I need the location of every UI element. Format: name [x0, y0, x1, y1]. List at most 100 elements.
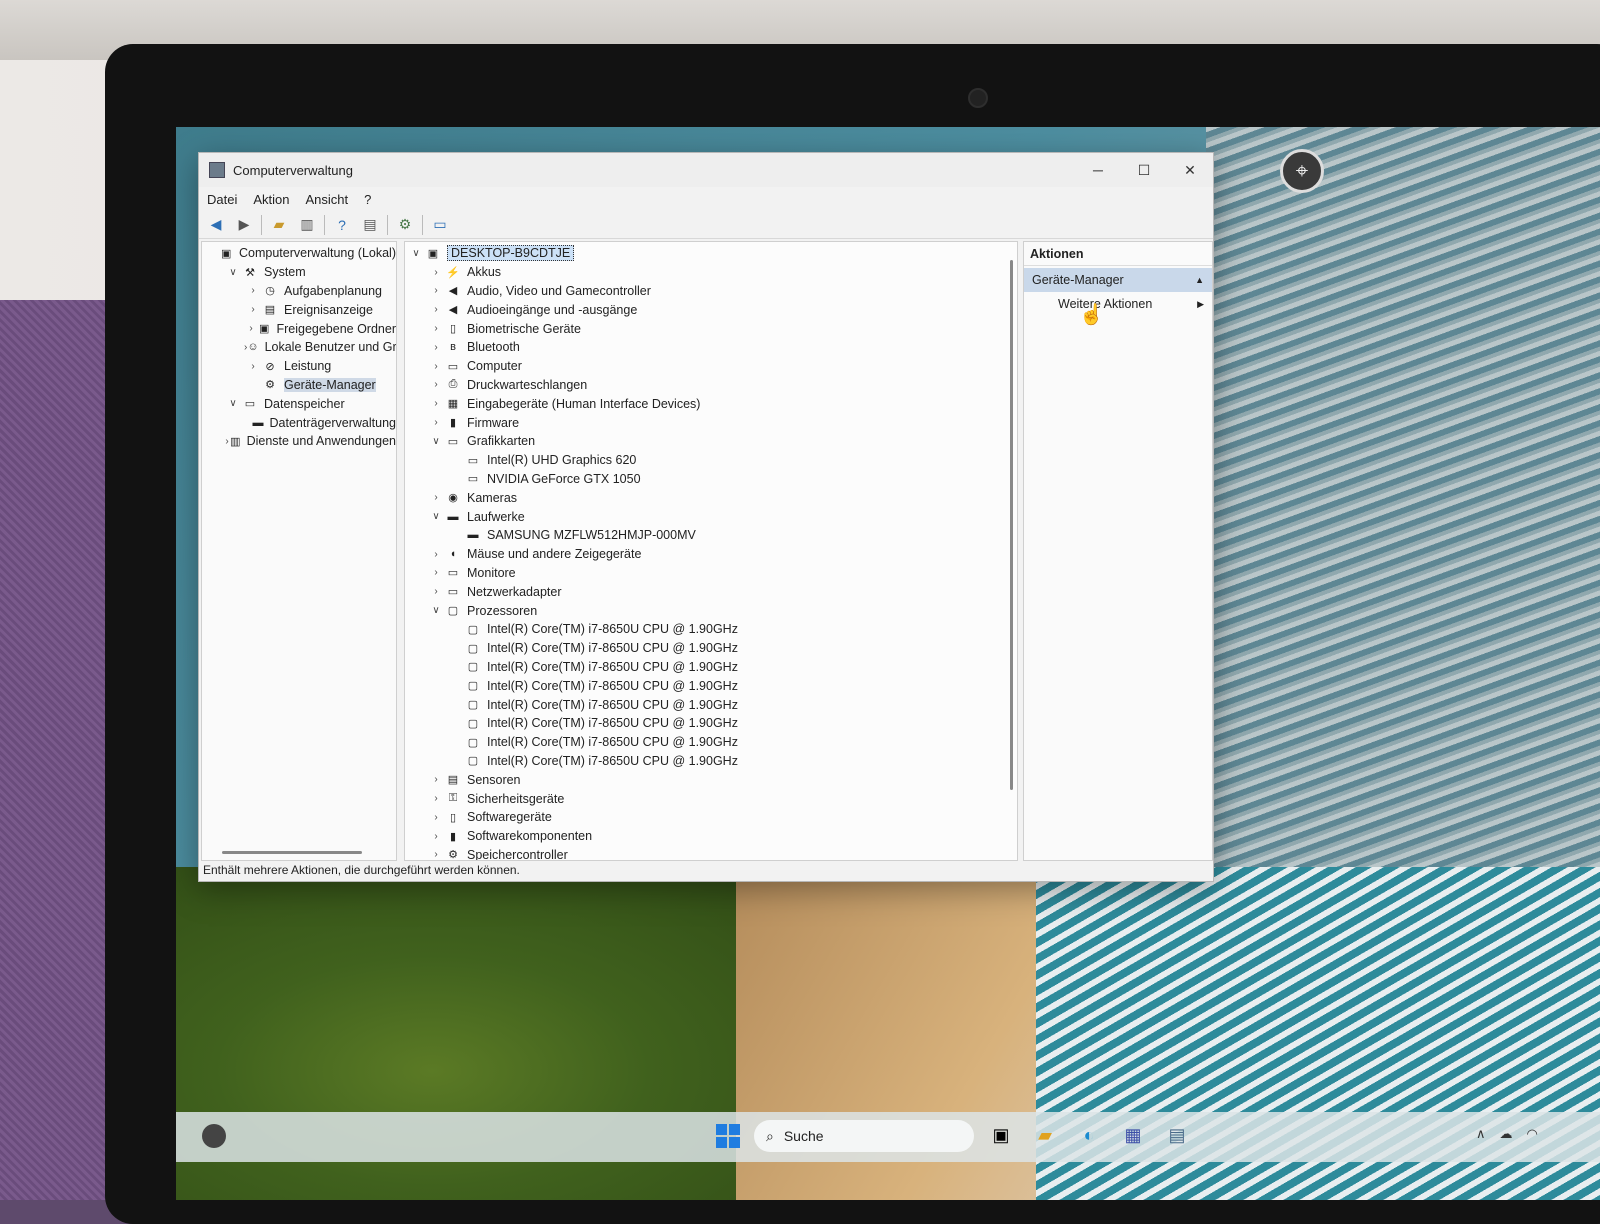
up-folder-icon[interactable]: ▰: [268, 214, 290, 236]
tree-item[interactable]: › ▭ Netzwerkadapter: [405, 582, 1017, 601]
tree-item[interactable]: › ⊘ Leistung: [202, 357, 396, 376]
show-hide-tree-icon[interactable]: ▥: [296, 214, 318, 236]
widgets-icon[interactable]: [202, 1124, 226, 1148]
tree-item[interactable]: › ☺ Lokale Benutzer und Gru: [202, 338, 396, 357]
tree-item[interactable]: ▢ Intel(R) Core(TM) i7-8650U CPU @ 1.90GH…: [405, 752, 1017, 771]
tree-item[interactable]: › ▮ Softwarekomponenten: [405, 827, 1017, 846]
collapse-chevron-icon[interactable]: ∨: [427, 511, 445, 522]
tree-item[interactable]: ▢ Intel(R) Core(TM) i7-8650U CPU @ 1.90GH…: [405, 676, 1017, 695]
tree-item[interactable]: ▭ NVIDIA GeForce GTX 1050: [405, 470, 1017, 489]
edge-browser-icon[interactable]: ◐: [1076, 1122, 1102, 1148]
collapse-chevron-icon[interactable]: ∨: [427, 436, 445, 447]
horizontal-scrollbar[interactable]: [222, 851, 362, 854]
computer-management-taskbar-icon[interactable]: ▤: [1164, 1122, 1190, 1148]
help-icon[interactable]: ?: [331, 214, 353, 236]
monitor-icon[interactable]: ▭: [429, 214, 451, 236]
tree-item[interactable]: ▬ SAMSUNG MZFLW512HMJP-000MV: [405, 526, 1017, 545]
expand-chevron-icon[interactable]: ›: [244, 304, 262, 315]
tree-item[interactable]: ▢ Intel(R) Core(TM) i7-8650U CPU @ 1.90GH…: [405, 714, 1017, 733]
tree-item[interactable]: ▢ Intel(R) Core(TM) i7-8650U CPU @ 1.90GH…: [405, 620, 1017, 639]
expand-chevron-icon[interactable]: ›: [244, 361, 262, 372]
expand-chevron-icon[interactable]: ›: [427, 342, 445, 353]
back-arrow-icon[interactable]: ◀: [205, 214, 227, 236]
collapse-chevron-icon[interactable]: ∨: [224, 267, 242, 278]
close-button[interactable]: ✕: [1167, 153, 1213, 187]
tree-item[interactable]: ▢ Intel(R) Core(TM) i7-8650U CPU @ 1.90GH…: [405, 658, 1017, 677]
expand-chevron-icon[interactable]: ›: [427, 831, 445, 842]
menu-aktion[interactable]: Aktion: [253, 192, 289, 207]
expand-chevron-icon[interactable]: ›: [427, 285, 445, 296]
tree-item[interactable]: › ʙ Bluetooth: [405, 338, 1017, 357]
forward-arrow-icon[interactable]: ▶: [233, 214, 255, 236]
menu-help[interactable]: ?: [364, 192, 371, 207]
expand-chevron-icon[interactable]: ›: [427, 398, 445, 409]
tree-item[interactable]: ∨ ▭ Grafikkarten: [405, 432, 1017, 451]
menu-datei[interactable]: Datei: [207, 192, 237, 207]
tree-item[interactable]: › ⚡ Akkus: [405, 263, 1017, 282]
tree-item[interactable]: › ▤ Sensoren: [405, 770, 1017, 789]
expand-chevron-icon[interactable]: ›: [427, 323, 445, 334]
properties-icon[interactable]: ▤: [359, 214, 381, 236]
collapse-chevron-icon[interactable]: ∨: [224, 398, 242, 409]
tree-item[interactable]: ▭ Intel(R) UHD Graphics 620: [405, 451, 1017, 470]
expand-chevron-icon[interactable]: ›: [427, 793, 445, 804]
expand-chevron-icon[interactable]: ›: [427, 379, 445, 390]
tree-item[interactable]: › ◷ Aufgabenplanung: [202, 282, 396, 301]
collapse-chevron-icon[interactable]: ∨: [427, 605, 445, 616]
taskbar-search[interactable]: ⌕ Suche: [754, 1120, 974, 1152]
tree-item[interactable]: › ◖ Mäuse und andere Zeigegeräte: [405, 545, 1017, 564]
tree-item[interactable]: › ◀ Audioeingänge und -ausgänge: [405, 300, 1017, 319]
vertical-scrollbar[interactable]: [1010, 260, 1013, 790]
tree-item[interactable]: › ▣ Freigegebene Ordner: [202, 319, 396, 338]
tree-item[interactable]: ▢ Intel(R) Core(TM) i7-8650U CPU @ 1.90GH…: [405, 733, 1017, 752]
expand-chevron-icon[interactable]: ›: [427, 849, 445, 860]
tree-item[interactable]: ∨ ▣ DESKTOP-B9CDTJE: [405, 244, 1017, 263]
tree-item[interactable]: ▢ Intel(R) Core(TM) i7-8650U CPU @ 1.90GH…: [405, 639, 1017, 658]
collapse-arrow-icon[interactable]: ▲: [1195, 275, 1204, 285]
tree-item[interactable]: › ▭ Monitore: [405, 564, 1017, 583]
more-actions-item[interactable]: Weitere Aktionen ▶ ☝: [1024, 292, 1212, 326]
tree-item[interactable]: ⚙ Geräte-Manager: [202, 376, 396, 395]
tree-item[interactable]: ∨ ▬ Laufwerke: [405, 507, 1017, 526]
expand-chevron-icon[interactable]: ›: [427, 304, 445, 315]
tree-item[interactable]: › ▥ Dienste und Anwendungen: [202, 432, 396, 451]
tree-item[interactable]: › ▮ Firmware: [405, 413, 1017, 432]
wallpaper-info-icon[interactable]: ⌖: [1280, 149, 1324, 193]
expand-chevron-icon[interactable]: ›: [427, 361, 445, 372]
expand-chevron-icon[interactable]: ›: [427, 812, 445, 823]
expand-chevron-icon[interactable]: ›: [427, 567, 445, 578]
file-explorer-icon[interactable]: ▰: [1032, 1122, 1058, 1148]
expand-chevron-icon[interactable]: ›: [427, 549, 445, 560]
expand-chevron-icon[interactable]: ›: [427, 774, 445, 785]
wifi-icon[interactable]: ◠: [1527, 1126, 1538, 1142]
expand-chevron-icon[interactable]: ›: [427, 267, 445, 278]
actions-group-device-manager[interactable]: Geräte-Manager ▲: [1024, 268, 1212, 292]
tree-item[interactable]: › ▤ Ereignisanzeige: [202, 300, 396, 319]
tree-item[interactable]: › ▯ Biometrische Geräte: [405, 319, 1017, 338]
tree-item[interactable]: › ◉ Kameras: [405, 488, 1017, 507]
expand-chevron-icon[interactable]: ›: [427, 417, 445, 428]
minimize-button[interactable]: ─: [1075, 153, 1121, 187]
tree-item[interactable]: › ◀ Audio, Video und Gamecontroller: [405, 282, 1017, 301]
scan-hardware-icon[interactable]: ⚙: [394, 214, 416, 236]
tray-chevron-icon[interactable]: ∧: [1476, 1126, 1486, 1142]
tree-item[interactable]: › ▦ Eingabegeräte (Human Interface Devices…: [405, 394, 1017, 413]
expand-chevron-icon[interactable]: ›: [244, 285, 262, 296]
expand-chevron-icon[interactable]: ›: [427, 492, 445, 503]
tree-item[interactable]: ▢ Intel(R) Core(TM) i7-8650U CPU @ 1.90GH…: [405, 695, 1017, 714]
menu-ansicht[interactable]: Ansicht: [306, 192, 349, 207]
tree-item[interactable]: ∨ ⚒ System: [202, 263, 396, 282]
task-view-icon[interactable]: ▣: [988, 1122, 1014, 1148]
maximize-button[interactable]: ☐: [1121, 153, 1167, 187]
tree-item[interactable]: › ▭ Computer: [405, 357, 1017, 376]
tree-item[interactable]: › ⚙ Speichercontroller: [405, 846, 1017, 860]
tree-item[interactable]: ▣ Computerverwaltung (Lokal): [202, 244, 396, 263]
tree-item[interactable]: › ⎙ Druckwarteschlangen: [405, 376, 1017, 395]
onedrive-icon[interactable]: ☁: [1500, 1126, 1513, 1142]
tree-item[interactable]: ∨ ▭ Datenspeicher: [202, 394, 396, 413]
collapse-chevron-icon[interactable]: ∨: [407, 248, 425, 259]
tree-item[interactable]: › ▯ Softwaregeräte: [405, 808, 1017, 827]
expand-chevron-icon[interactable]: ›: [244, 323, 258, 334]
tree-item[interactable]: ▬ Datenträgerverwaltung: [202, 413, 396, 432]
titlebar[interactable]: Computerverwaltung ─ ☐ ✕: [199, 153, 1213, 187]
